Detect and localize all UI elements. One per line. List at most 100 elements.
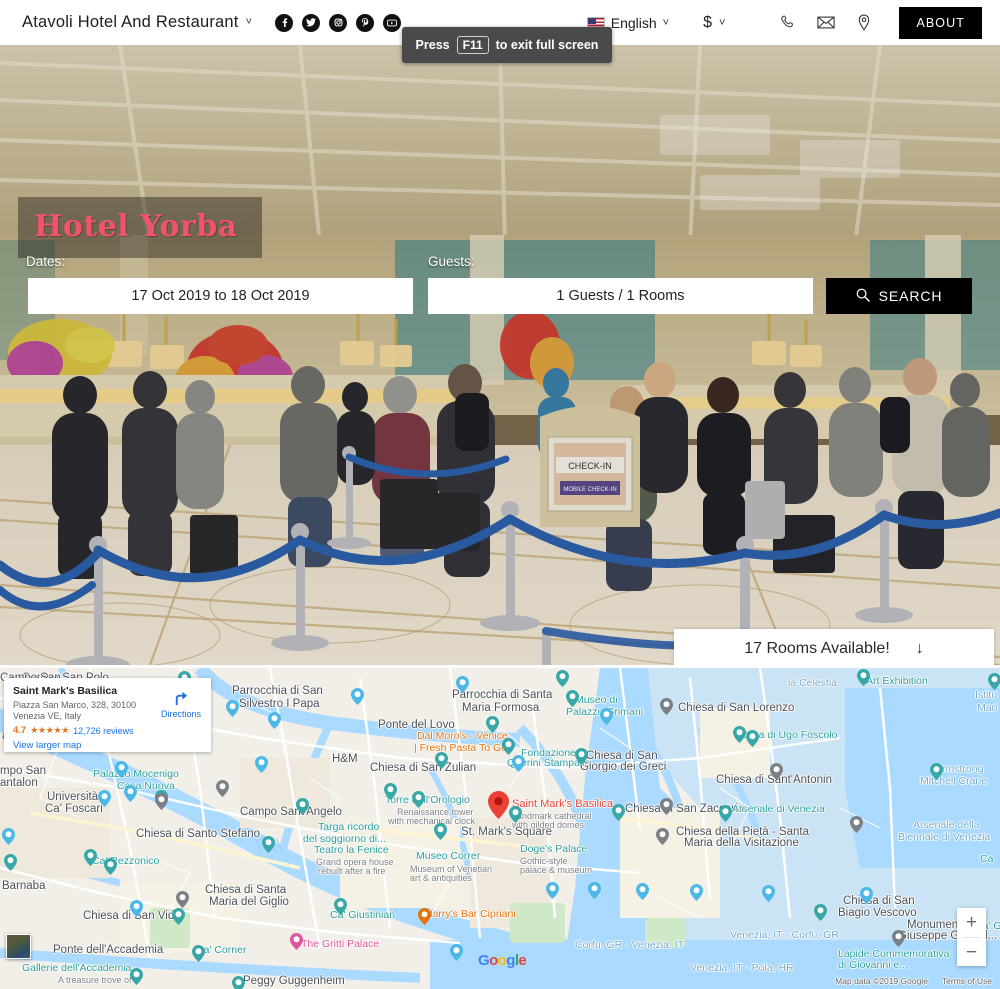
map-label[interactable]: Barnaba <box>2 880 45 893</box>
map-poi-pin-icon[interactable] <box>486 716 499 733</box>
map-label[interactable]: Saint Mark's Basilica <box>512 798 613 811</box>
map-poi-pin-icon[interactable] <box>814 904 827 921</box>
map-poi-pin-icon[interactable] <box>334 898 347 915</box>
map-label[interactable]: Parrocchia di San <box>232 685 323 698</box>
selected-location-marker-icon[interactable] <box>488 791 509 819</box>
map-poi-pin-icon[interactable] <box>155 793 168 810</box>
zoom-out-button[interactable]: − <box>957 938 986 967</box>
youtube-icon[interactable] <box>383 13 402 32</box>
map-poi-pin-icon[interactable] <box>556 670 569 687</box>
map-label[interactable]: | Fresh Pasta To Go <box>414 742 507 755</box>
directions-button[interactable]: Directions <box>161 690 201 719</box>
map-label[interactable]: A treasure trove of <box>58 975 132 987</box>
map-poi-pin-icon[interactable] <box>566 690 579 707</box>
map-label[interactable]: Venezia, IT - Corfu, GR <box>730 929 839 942</box>
map-poi-pin-icon[interactable] <box>746 730 759 747</box>
twitter-icon[interactable] <box>302 13 321 32</box>
facebook-icon[interactable] <box>275 13 294 32</box>
map-label[interactable]: Venezia, IT - Pola, HR <box>690 962 794 975</box>
map-poi-pin-icon[interactable] <box>656 828 669 845</box>
map-poi-pin-icon[interactable] <box>434 823 447 840</box>
map-label[interactable]: Chiesa di San Zulian <box>370 762 476 775</box>
map-poi-pin-icon[interactable] <box>104 858 117 875</box>
map-label[interactable]: Università <box>47 791 98 804</box>
map-label[interactable]: Museo di <box>575 694 618 707</box>
pinterest-icon[interactable] <box>356 13 375 32</box>
map-poi-pin-icon[interactable] <box>268 712 281 729</box>
map-poi-pin-icon[interactable] <box>762 885 775 902</box>
map-poi-pin-icon[interactable] <box>588 882 601 899</box>
map-label[interactable]: di Giovanni e... <box>838 959 908 972</box>
map-poi-pin-icon[interactable] <box>290 933 303 950</box>
brand-menu[interactable]: Atavoli Hotel And Restaurant ˅ <box>22 13 252 32</box>
map-poi-pin-icon[interactable] <box>660 698 673 715</box>
map-label[interactable]: Gallerie dell'Accademia <box>22 962 131 975</box>
map-poi-pin-icon[interactable] <box>192 945 205 962</box>
map-poi-pin-icon[interactable] <box>502 738 515 755</box>
view-larger-map-link[interactable]: View larger map <box>13 740 202 751</box>
map-poi-pin-icon[interactable] <box>351 688 364 705</box>
map-label[interactable]: Chiesa di San <box>843 895 915 908</box>
map-label[interactable]: mpo San <box>0 765 46 778</box>
currency-selector[interactable]: $ ˅ <box>703 14 725 32</box>
map-poi-pin-icon[interactable] <box>456 676 469 693</box>
map-label[interactable]: Peggy Guggenheim <box>243 975 345 988</box>
map-poi-pin-icon[interactable] <box>4 854 17 871</box>
map-poi-pin-icon[interactable] <box>255 756 268 773</box>
map-poi-pin-icon[interactable] <box>660 798 673 815</box>
map-poi-pin-icon[interactable] <box>2 828 15 845</box>
map-label[interactable]: Chiesa di Santa <box>205 884 286 897</box>
map-label[interactable]: Ponte dell'Accademia <box>53 944 163 957</box>
instagram-icon[interactable] <box>329 13 348 32</box>
map-poi-pin-icon[interactable] <box>418 908 431 925</box>
search-button[interactable]: SEARCH <box>826 278 972 314</box>
map-poi-pin-icon[interactable] <box>850 816 863 833</box>
map-label[interactable]: Mari <box>977 702 997 715</box>
map-label[interactable]: antalon <box>0 777 38 790</box>
map-poi-pin-icon[interactable] <box>176 891 189 908</box>
review-count[interactable]: 12,726 reviews <box>73 726 134 736</box>
map-poi-pin-icon[interactable] <box>690 884 703 901</box>
map-poi-pin-icon[interactable] <box>636 883 649 900</box>
map-poi-pin-icon[interactable] <box>512 755 525 772</box>
map-poi-pin-icon[interactable] <box>930 763 943 780</box>
map-poi-pin-icon[interactable] <box>384 783 397 800</box>
map-label[interactable]: St. Mark's Square <box>461 826 552 839</box>
map-poi-pin-icon[interactable] <box>600 708 613 725</box>
location-pin-icon[interactable] <box>849 8 879 38</box>
map-label[interactable]: Maria del Giglio <box>209 896 289 909</box>
map-label[interactable]: Harry's Bar Cipriani <box>425 908 516 921</box>
guests-input[interactable]: 1 Guests / 1 Rooms <box>428 278 813 314</box>
map-label[interactable]: Ca' Rezzonico <box>92 855 159 868</box>
map-poi-pin-icon[interactable] <box>124 785 137 802</box>
map-label[interactable]: H&M <box>332 753 358 766</box>
map-poi-pin-icon[interactable] <box>509 806 522 823</box>
map-label[interactable]: Arsenale della <box>913 819 980 832</box>
map-poi-pin-icon[interactable] <box>98 790 111 807</box>
map-poi-pin-icon[interactable] <box>84 849 97 866</box>
map-poi-pin-icon[interactable] <box>860 887 873 904</box>
map-label[interactable]: Biagio Vescovo <box>838 907 917 920</box>
map-poi-pin-icon[interactable] <box>130 968 143 985</box>
map-label[interactable]: la Celestia <box>788 677 837 690</box>
map-poi-pin-icon[interactable] <box>988 673 1000 690</box>
map-label[interactable]: art & antiquities <box>410 873 472 885</box>
map-label[interactable]: Ca <box>980 853 993 866</box>
map-label[interactable]: Chiesa di Santo Stefano <box>136 828 260 841</box>
map-poi-pin-icon[interactable] <box>216 780 229 797</box>
map-label[interactable]: Teatro la Fenice <box>314 844 389 857</box>
map-label[interactable]: Art Exhibition <box>866 675 928 688</box>
map-poi-pin-icon[interactable] <box>733 726 746 743</box>
map-poi-pin-icon[interactable] <box>892 930 905 947</box>
map-poi-pin-icon[interactable] <box>226 700 239 717</box>
map-poi-pin-icon[interactable] <box>435 752 448 769</box>
map-label[interactable]: Campo Sant'Angelo <box>240 806 342 819</box>
zoom-in-button[interactable]: + <box>957 908 986 937</box>
map-label[interactable]: Palazzo Mocenigo <box>93 768 179 781</box>
map-label[interactable]: Biennale di Venezia <box>898 831 990 844</box>
map-label[interactable]: The Gritti Palace <box>301 938 379 951</box>
map-poi-pin-icon[interactable] <box>546 882 559 899</box>
map-label[interactable]: Istitu <box>975 689 997 702</box>
map-label[interactable]: Giorgio dei Greci <box>580 761 666 774</box>
map-poi-pin-icon[interactable] <box>575 748 588 765</box>
